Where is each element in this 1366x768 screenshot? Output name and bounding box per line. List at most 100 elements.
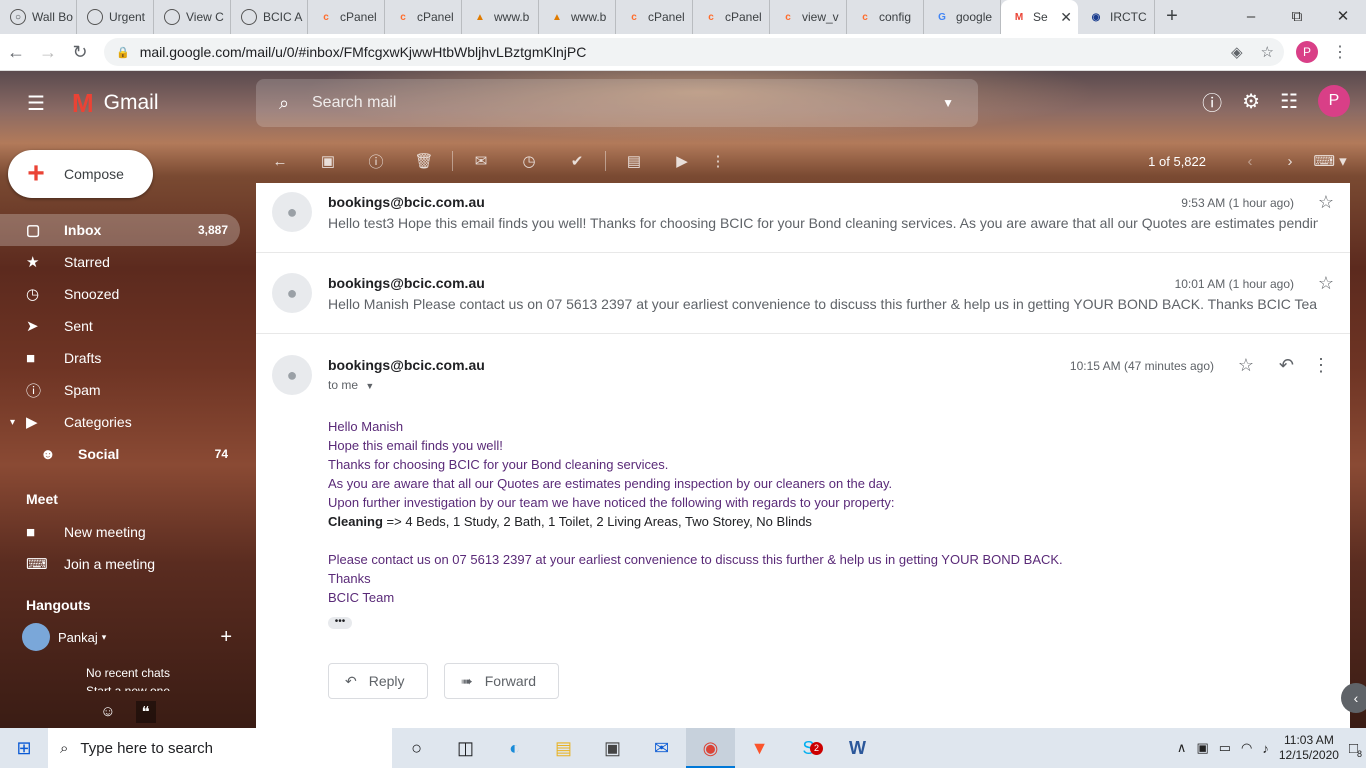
- minimize-icon[interactable]: –: [1228, 0, 1274, 34]
- more-options-icon[interactable]: ⋮: [706, 152, 730, 170]
- battery-icon[interactable]: ▭: [1219, 740, 1231, 756]
- notifications-icon[interactable]: □ 8: [1349, 740, 1362, 759]
- delete-icon[interactable]: 🗑: [400, 152, 448, 170]
- browser-tab[interactable]: ▲ www.b: [462, 0, 539, 34]
- browser-tab[interactable]: c view_v: [770, 0, 847, 34]
- word-icon[interactable]: W: [833, 728, 882, 768]
- browser-tab[interactable]: c cPanel: [308, 0, 385, 34]
- browser-tab[interactable]: ◉ IRCTC: [1078, 0, 1155, 34]
- sidebar-item-categories[interactable]: ▾ ▶ Categories: [0, 406, 240, 438]
- collapsed-message[interactable]: ● bookings@bcic.com.au 10:01 AM (1 hour …: [256, 253, 1350, 334]
- browser-tab[interactable]: Ggoogle: [924, 0, 1001, 34]
- bookmark-star-icon[interactable]: ☆: [1261, 43, 1274, 61]
- wifi-icon[interactable]: ◠: [1241, 740, 1252, 756]
- report-spam-icon[interactable]: ⓘ: [352, 151, 400, 172]
- cortana-icon[interactable]: ○: [392, 728, 441, 768]
- join-meeting-link[interactable]: ⌨ Join a meeting: [0, 548, 240, 580]
- sidebar-item-sent[interactable]: ➤ Sent: [0, 310, 240, 342]
- add-to-tasks-icon[interactable]: ✔: [553, 152, 601, 170]
- archive-icon[interactable]: ▣: [304, 152, 352, 170]
- edge-icon[interactable]: ◐: [490, 728, 539, 768]
- move-to-icon[interactable]: ▤: [610, 152, 658, 170]
- more-icon[interactable]: ⋮: [1312, 355, 1330, 376]
- restore-icon[interactable]: ⧉: [1274, 0, 1320, 34]
- task-view-icon[interactable]: ◫: [441, 728, 490, 768]
- mail-icon[interactable]: ✉: [637, 728, 686, 768]
- hangouts-user[interactable]: Pankaj ▾ +: [0, 622, 240, 652]
- browser-tab[interactable]: c cPanel: [693, 0, 770, 34]
- settings-gear-icon[interactable]: ⚙: [1242, 89, 1260, 114]
- sidebar-item-social[interactable]: ☻ Social 74: [0, 438, 240, 470]
- sidebar-item-starred[interactable]: ★ Starred: [0, 246, 240, 278]
- newer-icon[interactable]: ‹: [1230, 153, 1270, 170]
- skype-icon[interactable]: S2: [784, 728, 833, 768]
- browser-tab[interactable]: ▲ www.b: [539, 0, 616, 34]
- star-icon[interactable]: ☆: [1318, 273, 1334, 294]
- back-to-inbox-icon[interactable]: ←: [256, 153, 304, 170]
- show-trimmed-content-icon[interactable]: •••: [328, 617, 352, 629]
- taskbar-search[interactable]: ⌕ Type here to search: [48, 728, 392, 768]
- older-icon[interactable]: ›: [1270, 153, 1310, 170]
- label-icon[interactable]: ▶: [658, 152, 706, 170]
- camera-icon[interactable]: ▣: [1196, 740, 1208, 756]
- url-field[interactable]: 🔒 mail.google.com/mail/u/0/#inbox/FMfcgx…: [104, 38, 1284, 66]
- recipient-dropdown[interactable]: to me ▼: [328, 378, 374, 392]
- hangouts-chat-icon[interactable]: ❝: [135, 700, 156, 723]
- taskbar-clock[interactable]: 11:03 AM 12/15/2020: [1279, 733, 1339, 763]
- contacts-icon[interactable]: ☺: [100, 703, 115, 720]
- show-hidden-icons-icon[interactable]: ∧: [1177, 740, 1187, 756]
- snooze-icon[interactable]: ◷: [505, 152, 553, 170]
- browser-tab[interactable]: View C: [154, 0, 231, 34]
- browser-tab[interactable]: BCIC A: [231, 0, 308, 34]
- browser-profile-avatar[interactable]: P: [1296, 41, 1318, 63]
- browser-tab[interactable]: Urgent: [77, 0, 154, 34]
- help-icon[interactable]: ⓘ: [1202, 87, 1222, 116]
- star-icon[interactable]: ☆: [1238, 355, 1254, 376]
- file-explorer-icon[interactable]: ▤: [539, 728, 588, 768]
- sidebar-item-spam[interactable]: ⓘ Spam: [0, 374, 240, 406]
- main-menu-icon[interactable]: ☰: [0, 91, 72, 116]
- account-avatar[interactable]: P: [1318, 85, 1350, 117]
- browser-tab[interactable]: c cPanel: [616, 0, 693, 34]
- reload-icon[interactable]: ↻: [64, 42, 96, 63]
- new-meeting-link[interactable]: ■ New meeting: [0, 516, 240, 548]
- compose-button[interactable]: + Compose: [8, 150, 153, 198]
- start-new-chat-link[interactable]: Start a new one: [0, 682, 256, 691]
- search-input[interactable]: Search mail: [312, 94, 396, 112]
- forward-button[interactable]: ➠ Forward: [444, 663, 560, 699]
- sidebar-item-inbox[interactable]: ▢ Inbox 3,887: [0, 214, 240, 246]
- expand-arrow-icon[interactable]: ▾: [10, 417, 26, 428]
- input-tools-icon[interactable]: ⌨ ▾: [1310, 152, 1350, 170]
- reply-icon[interactable]: ↶: [1279, 355, 1294, 376]
- gmail-logo[interactable]: M Gmail: [72, 88, 159, 119]
- search-icon[interactable]: ⌕: [256, 93, 312, 114]
- forward-icon[interactable]: →: [32, 42, 64, 63]
- reply-button[interactable]: ↶ Reply: [328, 663, 428, 699]
- apps-grid-icon[interactable]: ☷: [1280, 89, 1298, 114]
- status-dropdown-icon[interactable]: ▾: [102, 632, 107, 643]
- browser-tab[interactable]: c cPanel: [385, 0, 462, 34]
- sidebar-item-drafts[interactable]: ■ Drafts: [0, 342, 240, 374]
- show-side-panel-icon[interactable]: ‹: [1341, 683, 1366, 713]
- new-tab-button[interactable]: +: [1155, 0, 1189, 34]
- mark-unread-icon[interactable]: ✉: [457, 152, 505, 170]
- browser-menu-icon[interactable]: ⋮: [1332, 42, 1348, 62]
- back-icon[interactable]: ←: [0, 42, 32, 63]
- close-window-icon[interactable]: ✕: [1320, 0, 1366, 34]
- search-mail-box[interactable]: ⌕ Search mail ▼: [256, 79, 978, 127]
- new-conversation-icon[interactable]: +: [220, 626, 232, 649]
- sidebar-item-snoozed[interactable]: ◷ Snoozed: [0, 278, 240, 310]
- volume-icon[interactable]: ♪: [1262, 741, 1269, 756]
- star-icon[interactable]: ☆: [1318, 192, 1334, 213]
- browser-tab[interactable]: c config: [847, 0, 924, 34]
- extension-icon[interactable]: ◈: [1231, 43, 1243, 61]
- browser-tab[interactable]: ○ Wall Bo: [0, 0, 77, 34]
- browser-tab-active[interactable]: M Se ✕: [1001, 0, 1078, 34]
- store-icon[interactable]: ▣: [588, 728, 637, 768]
- search-options-icon[interactable]: ▼: [942, 96, 954, 110]
- chrome-icon[interactable]: ◉: [686, 728, 735, 768]
- close-tab-icon[interactable]: ✕: [1060, 9, 1072, 26]
- windows-start-icon[interactable]: ⊞: [0, 738, 48, 759]
- brave-icon[interactable]: ▼: [735, 728, 784, 768]
- collapsed-message[interactable]: ● bookings@bcic.com.au 9:53 AM (1 hour a…: [256, 183, 1350, 253]
